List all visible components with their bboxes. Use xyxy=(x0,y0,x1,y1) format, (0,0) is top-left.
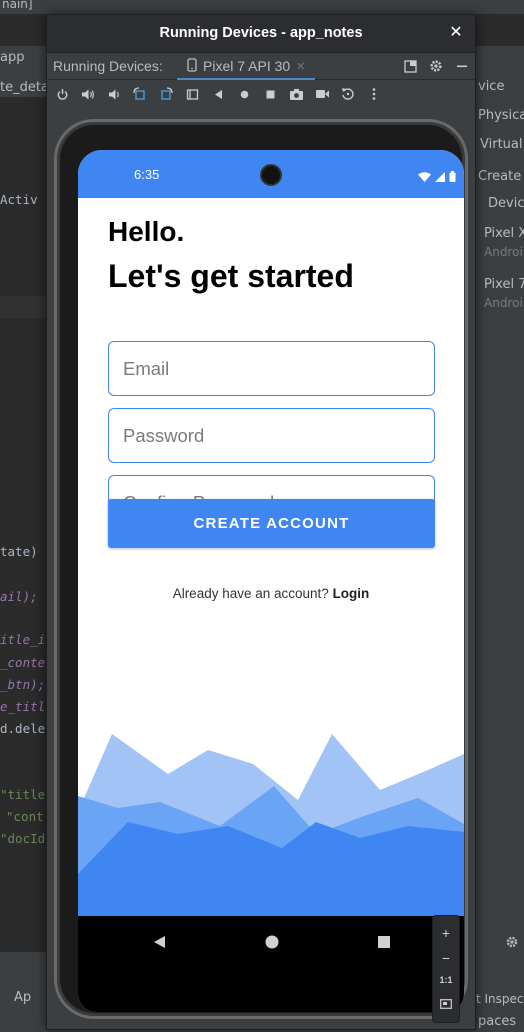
more-options-icon[interactable] xyxy=(365,85,383,103)
front-camera xyxy=(260,164,282,186)
running-devices-window: Running Devices - app_notes ✕ Running De… xyxy=(46,14,476,1030)
editor-tab-fragment[interactable]: te_deta xyxy=(0,80,49,95)
code-line: e_titl xyxy=(0,699,46,714)
rotate-left-icon[interactable] xyxy=(131,85,149,103)
code-line: _conte xyxy=(0,655,46,670)
spaces-tab[interactable]: paces xyxy=(478,1014,516,1029)
signal-icon xyxy=(435,167,445,186)
close-tab-icon[interactable]: ✕ xyxy=(296,60,305,73)
device-frame: 6:35 Hello. Let's get started Email CREA… xyxy=(54,119,468,1019)
status-time: 6:35 xyxy=(134,167,160,182)
device-manager-header: vice xyxy=(478,79,505,94)
phone-icon xyxy=(187,57,197,76)
zoom-in-button[interactable]: + xyxy=(442,925,450,941)
gear-icon[interactable] xyxy=(505,934,519,948)
fit-screen-icon[interactable] xyxy=(440,994,452,1013)
tab-physical[interactable]: Physical xyxy=(478,108,524,123)
code-line: "title xyxy=(0,787,46,802)
device-display-area: 6:35 Hello. Let's get started Email CREA… xyxy=(47,107,475,1029)
tab-bar-actions xyxy=(401,57,471,75)
devices-tab-bar: Running Devices: Pixel 7 API 30 ✕ xyxy=(47,54,475,80)
device-toolbar xyxy=(47,81,475,107)
ide-branch-fragment: nain] xyxy=(2,0,33,11)
devices-column-header: Devic xyxy=(488,196,524,211)
device-row-name[interactable]: Pixel 7 xyxy=(484,277,524,292)
editor-highlight-line xyxy=(0,296,46,318)
back-icon[interactable] xyxy=(209,85,227,103)
window-title-bar[interactable]: Running Devices - app_notes ✕ xyxy=(47,15,475,53)
reset-icon[interactable] xyxy=(339,85,357,103)
create-account-button[interactable]: CREATE ACCOUNT xyxy=(108,499,435,548)
battery-icon xyxy=(449,167,456,186)
status-icons xyxy=(418,167,456,186)
create-device-button[interactable]: Create D xyxy=(478,169,524,184)
code-line: itle_i xyxy=(0,632,46,647)
ide-top-bar: nain] xyxy=(0,0,524,14)
tab-label: Pixel 7 API 30 xyxy=(203,58,291,74)
code-line: "docId xyxy=(0,831,46,846)
device-row-sub: Androi xyxy=(484,245,523,259)
zoom-out-button[interactable]: − xyxy=(442,950,450,966)
nav-recents-icon[interactable] xyxy=(374,932,394,952)
login-prompt-text: Already have an account? xyxy=(172,586,329,601)
settings-gear-icon[interactable] xyxy=(427,57,445,75)
close-window-button[interactable]: ✕ xyxy=(447,23,465,41)
code-line: ail); xyxy=(0,589,38,604)
layout-inspector-tab[interactable]: t Inspect xyxy=(476,992,524,1006)
wifi-icon xyxy=(418,167,431,186)
mountains-illustration xyxy=(78,734,464,916)
zoom-controls: + − 1:1 xyxy=(432,915,460,1023)
code-line: "cont xyxy=(6,809,44,824)
code-line: d.dele xyxy=(0,721,46,736)
tab-bar-label: Running Devices: xyxy=(53,58,163,74)
page-title: Let's get started xyxy=(108,258,354,294)
run-config-select[interactable]: app xyxy=(0,50,24,65)
password-field[interactable] xyxy=(108,408,435,463)
app-inspection-tab[interactable]: Ap xyxy=(14,990,31,1005)
email-field[interactable] xyxy=(108,341,435,396)
device-screen[interactable]: 6:35 Hello. Let's get started Email CREA… xyxy=(78,150,464,1012)
rotate-right-icon[interactable] xyxy=(157,85,175,103)
code-line: tate) xyxy=(0,544,38,559)
new-window-icon[interactable] xyxy=(401,57,419,75)
device-row-name[interactable]: Pixel X xyxy=(484,226,524,241)
nav-back-icon[interactable] xyxy=(150,932,170,952)
power-icon[interactable] xyxy=(53,85,71,103)
nav-home-icon[interactable] xyxy=(262,932,282,952)
screen-record-icon[interactable] xyxy=(313,85,331,103)
status-bar: 6:35 xyxy=(78,150,464,198)
code-line: _btn); xyxy=(0,677,46,692)
camera-icon[interactable] xyxy=(287,85,305,103)
overview-icon[interactable] xyxy=(261,85,279,103)
login-link[interactable]: Login xyxy=(333,586,370,601)
minimize-icon[interactable] xyxy=(453,57,471,75)
tab-virtual[interactable]: Virtual xyxy=(480,137,522,152)
greeting-heading: Hello. xyxy=(108,216,185,247)
volume-down-icon[interactable] xyxy=(105,85,123,103)
tab-pixel-7[interactable]: Pixel 7 API 30 ✕ xyxy=(177,54,316,80)
navigation-bar xyxy=(78,916,464,1012)
home-icon[interactable] xyxy=(235,85,253,103)
device-row-sub: Androi xyxy=(484,296,523,310)
window-title: Running Devices - app_notes xyxy=(159,25,363,41)
volume-up-icon[interactable] xyxy=(79,85,97,103)
code-line: Activ xyxy=(0,192,38,207)
device-manager-panel: vice Physical Virtual Create D Devic Pix… xyxy=(476,46,524,1032)
login-prompt-row: Already have an account? Login xyxy=(78,586,464,601)
fold-icon[interactable] xyxy=(183,85,201,103)
actual-size-button[interactable]: 1:1 xyxy=(439,975,452,985)
